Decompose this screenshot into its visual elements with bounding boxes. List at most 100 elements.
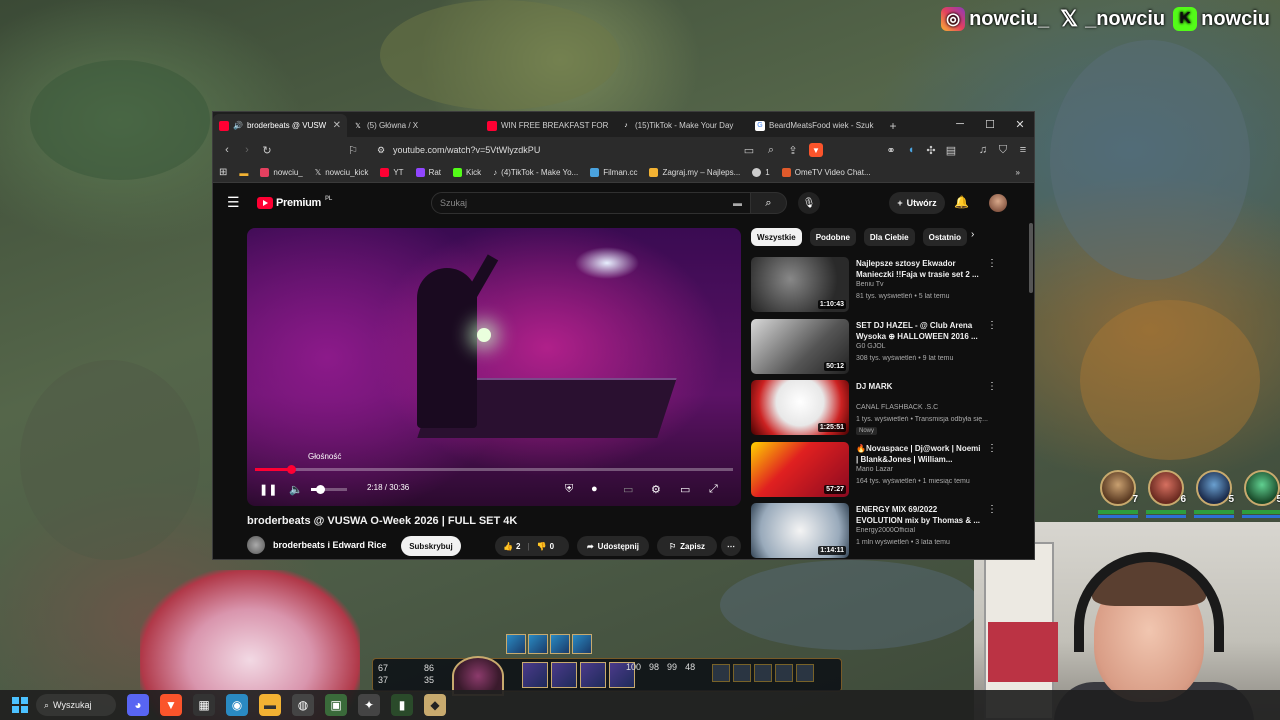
theater-mode-icon[interactable]: ▭ bbox=[680, 480, 690, 498]
more-bookmarks-icon[interactable]: » bbox=[1016, 168, 1020, 177]
bookmark-item[interactable]: 1 bbox=[752, 168, 770, 177]
reload-button[interactable]: ↻ bbox=[257, 140, 277, 160]
party-portrait[interactable]: 6 bbox=[1146, 470, 1186, 518]
settings-gear-icon[interactable]: ⚙ bbox=[651, 480, 661, 498]
autoplay-toggle[interactable]: ● bbox=[591, 480, 598, 498]
recommended-video[interactable]: 1:14:11 ENERGY MIX 69/2022 EVOLUTION mix… bbox=[751, 503, 999, 559]
brave-shield-icon[interactable]: ▼ bbox=[809, 143, 823, 157]
chip-recent[interactable]: Ostatnio bbox=[922, 228, 968, 246]
app-icon[interactable]: ◍ bbox=[292, 694, 314, 716]
account-avatar[interactable] bbox=[989, 194, 1007, 212]
volume-slider[interactable] bbox=[311, 485, 347, 494]
new-tab-button[interactable]: + bbox=[883, 114, 903, 137]
fullscreen-icon[interactable]: ⤢ bbox=[709, 480, 718, 498]
more-vert-icon[interactable]: ⋮ bbox=[987, 320, 997, 331]
video-player[interactable]: Głośność ❚❚ 🔈 2:18 / 30:36 ⛨ ● ▭ ⚙ ▭ ⤢ bbox=[247, 228, 741, 506]
bookmark-item[interactable]: Kick bbox=[453, 168, 481, 177]
zoom-icon[interactable]: ⌕ bbox=[761, 140, 781, 160]
site-info-icon[interactable]: ⚙ bbox=[377, 145, 385, 156]
close-tab-icon[interactable]: ✕ bbox=[333, 120, 341, 131]
apps-grid-icon[interactable]: ⊞ bbox=[219, 167, 227, 178]
more-actions-button[interactable]: ⋯ bbox=[721, 536, 741, 556]
brave-icon[interactable]: ▼ bbox=[160, 694, 182, 716]
voice-search-button[interactable]: 🎙 bbox=[798, 192, 820, 214]
ability-q-icon[interactable] bbox=[522, 662, 548, 688]
chip-all[interactable]: Wszystkie bbox=[751, 228, 802, 246]
adblock-shield-icon[interactable]: ⛨ bbox=[565, 480, 573, 498]
app-icon[interactable]: ▣ bbox=[325, 694, 347, 716]
youtube-premium-logo[interactable]: Premium PL bbox=[257, 196, 332, 209]
taskbar-search[interactable]: ⌕ Wyszukaj bbox=[36, 694, 116, 716]
bookmark-item[interactable]: nowciu_ bbox=[260, 168, 303, 177]
scrollbar[interactable] bbox=[1029, 223, 1033, 293]
item-slot[interactable] bbox=[712, 664, 730, 682]
recommended-video[interactable]: 57:27 🔥Novaspace | Dj@work | Noemi | Bla… bbox=[751, 441, 999, 504]
browser-tab[interactable]: 🔊 broderbeats @ VUSW ✕ bbox=[213, 114, 347, 137]
search-input[interactable]: Szukaj ▬ bbox=[431, 192, 751, 214]
league-icon[interactable]: ◆ bbox=[424, 694, 446, 716]
start-button[interactable] bbox=[10, 695, 30, 715]
close-window-button[interactable]: ✕ bbox=[1005, 112, 1034, 136]
puzzle-icon[interactable]: ✣ bbox=[921, 140, 941, 160]
item-slot[interactable] bbox=[733, 664, 751, 682]
recommended-video[interactable]: 50:12 SET DJ HAZEL - @ Club Arena Wysoka… bbox=[751, 318, 999, 381]
summoner-spell-icon[interactable] bbox=[550, 634, 570, 654]
bookmark-item[interactable]: Zagraj.my – Najleps... bbox=[649, 168, 740, 177]
browser-tab[interactable]: ♪ (15)TikTok - Make Your Day bbox=[615, 114, 749, 137]
address-bar[interactable]: ⚙ youtube.com/watch?v=5VtWlyzdkPU bbox=[373, 141, 943, 159]
ability-e-icon[interactable] bbox=[580, 662, 606, 688]
volume-icon[interactable]: 🔈 bbox=[289, 480, 303, 498]
browser-icon[interactable]: ◉ bbox=[226, 694, 248, 716]
create-button[interactable]: + Utwórz bbox=[889, 192, 945, 214]
app-icon[interactable]: ▦ bbox=[193, 694, 215, 716]
item-slot[interactable] bbox=[775, 664, 793, 682]
recommended-video[interactable]: 1:10:43 Najlepsze sztosy Ekwador Maniecz… bbox=[751, 257, 999, 319]
item-slot[interactable] bbox=[754, 664, 772, 682]
bookmark-folder-icon[interactable]: ▬ bbox=[239, 168, 248, 178]
bookmark-item[interactable]: OmeTV Video Chat... bbox=[781, 168, 871, 177]
keyboard-icon[interactable]: ▬ bbox=[733, 198, 742, 208]
video-thumbnail[interactable]: 1:10:43 bbox=[751, 257, 849, 312]
bookmark-item[interactable]: 𝕏nowciu_kick bbox=[315, 168, 369, 177]
share-button[interactable]: ➦ Udostępnij bbox=[577, 536, 649, 556]
channel-avatar[interactable] bbox=[247, 536, 265, 554]
more-vert-icon[interactable]: ⋮ bbox=[987, 258, 997, 269]
recommended-video[interactable]: 1:25:51 DJ MARK CANAL FLASHBACK .S.C 1 t… bbox=[751, 380, 999, 442]
bookmark-icon[interactable]: ⚐ bbox=[343, 140, 363, 160]
menu-icon[interactable]: ≡ bbox=[1013, 140, 1033, 160]
extension-icon[interactable]: ◖ bbox=[901, 140, 921, 160]
bookmark-item[interactable]: YT bbox=[380, 168, 404, 177]
video-thumbnail[interactable]: 1:25:51 bbox=[751, 380, 849, 435]
party-portrait[interactable]: 5 bbox=[1242, 470, 1280, 518]
subtitles-icon[interactable]: ▭ bbox=[623, 480, 633, 498]
minimize-button[interactable]: ─ bbox=[945, 112, 975, 136]
save-button[interactable]: ⚐ Zapisz bbox=[657, 536, 717, 556]
bookmark-item[interactable]: Filman.cc bbox=[590, 168, 637, 177]
forward-button[interactable]: › bbox=[237, 140, 257, 160]
screen-icon[interactable]: ▭ bbox=[739, 140, 759, 160]
summoner-spell-icon[interactable] bbox=[572, 634, 592, 654]
summoner-spell-icon[interactable] bbox=[506, 634, 526, 654]
browser-tab[interactable]: G BeardMeatsFood wiek - Szuk bbox=[749, 114, 883, 137]
pause-button[interactable]: ❚❚ bbox=[259, 480, 277, 498]
subscribe-button[interactable]: Subskrybuj bbox=[401, 536, 461, 556]
browser-tab[interactable]: 𝕏 (5) Główna / X bbox=[347, 114, 481, 137]
discord-icon[interactable]: ◕ bbox=[127, 694, 149, 716]
app-icon[interactable]: ✦ bbox=[358, 694, 380, 716]
progress-bar[interactable] bbox=[255, 465, 733, 474]
video-thumbnail[interactable]: 57:27 bbox=[751, 441, 849, 497]
hamburger-menu-icon[interactable]: ☰ bbox=[227, 194, 240, 211]
video-thumbnail[interactable]: 50:12 bbox=[751, 318, 849, 374]
like-button[interactable]: 👍 2 bbox=[503, 542, 520, 551]
shield-icon[interactable]: ⛉ bbox=[993, 140, 1013, 160]
summoner-spell-icon[interactable] bbox=[528, 634, 548, 654]
app-icon[interactable]: ▮ bbox=[391, 694, 413, 716]
more-vert-icon[interactable]: ⋮ bbox=[987, 443, 997, 454]
more-vert-icon[interactable]: ⋮ bbox=[987, 504, 997, 515]
share-icon[interactable]: ⇪ bbox=[783, 140, 803, 160]
back-button[interactable]: ‹ bbox=[217, 140, 237, 160]
folder-icon[interactable]: ▬ bbox=[259, 694, 281, 716]
ability-w-icon[interactable] bbox=[551, 662, 577, 688]
more-vert-icon[interactable]: ⋮ bbox=[987, 381, 997, 392]
chip-for-you[interactable]: Dla Ciebie bbox=[863, 228, 915, 246]
